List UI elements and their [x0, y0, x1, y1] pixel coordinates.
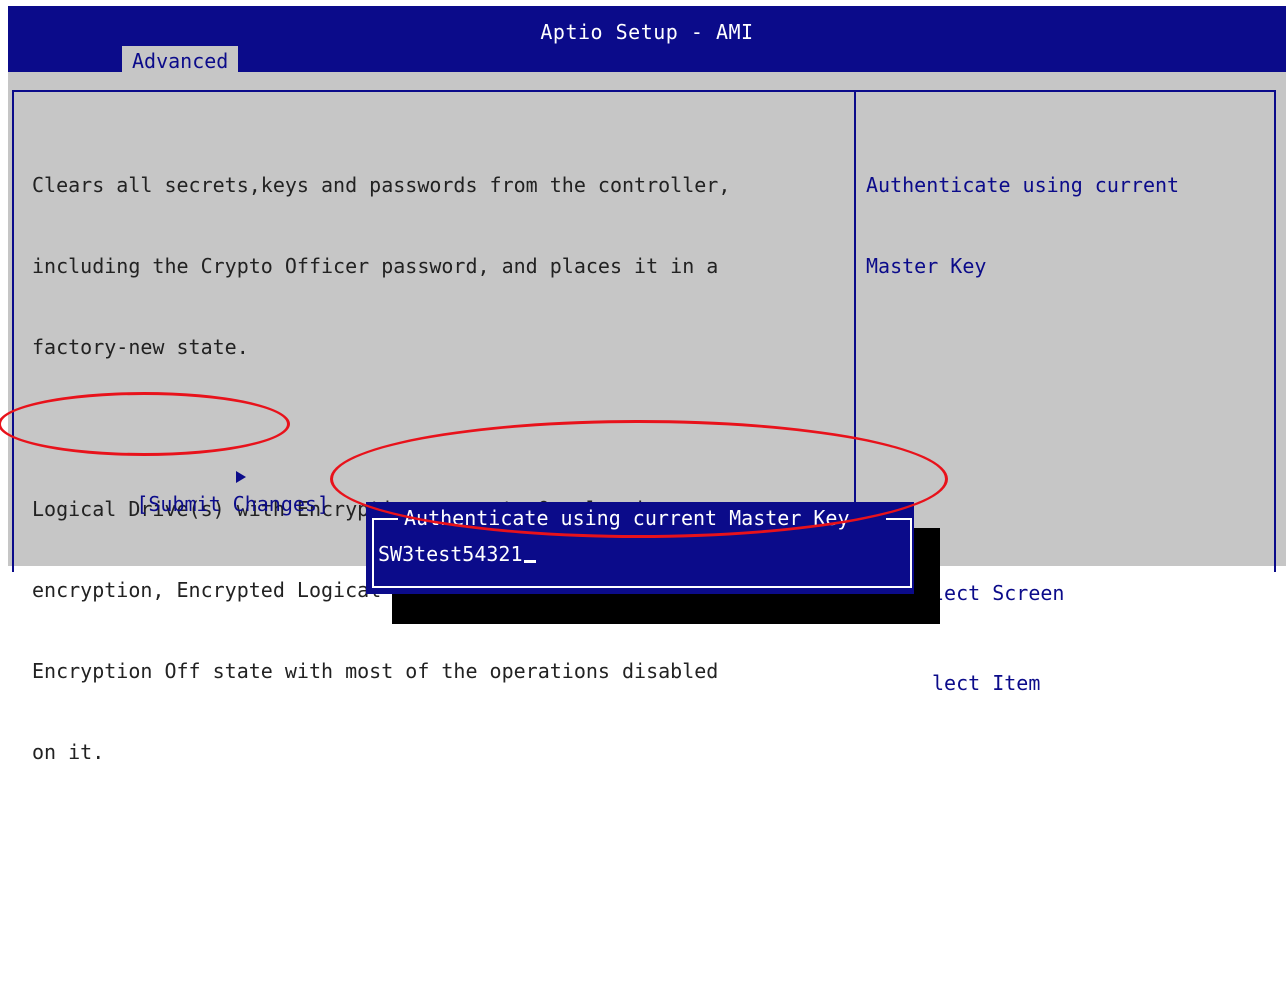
main-panel: Clears all secrets,keys and passwords fr…: [12, 90, 856, 926]
header-bar: Aptio Setup - AMI Advanced: [8, 6, 1286, 74]
auth-master-key-item[interactable]: Authenticate using current Master: [32, 820, 842, 847]
help-line: Authenticate using current: [866, 173, 1180, 197]
submenu-arrow-icon: [114, 437, 246, 518]
description-line: including the Crypto Officer password, a…: [32, 254, 719, 278]
tab-advanced[interactable]: Advanced: [122, 46, 239, 74]
dialog-title: Authenticate using current Master Key: [404, 506, 850, 530]
master-key-dialog: Authenticate using current Master Key SW…: [366, 502, 914, 594]
key-hint-select-screen: lect Screen: [932, 581, 1065, 605]
submit-changes-label: [Submit Changes]: [136, 492, 329, 516]
bios-setup-screen: Aptio Setup - AMI Advanced Clears all se…: [8, 6, 1286, 926]
key-hint-select-item: lect Item: [932, 671, 1041, 695]
submit-changes-item[interactable]: [Submit Changes]: [18, 410, 329, 545]
description-line: Clears all secrets,keys and passwords fr…: [32, 173, 731, 197]
help-line: Master Key: [866, 254, 987, 278]
help-text: Authenticate using current Master Key: [866, 118, 1179, 334]
help-panel: Authenticate using current Master Key le…: [854, 90, 1276, 695]
text-cursor: [523, 560, 536, 563]
master-key-value: SW3test54321: [378, 542, 523, 566]
app-title: Aptio Setup - AMI: [540, 20, 754, 44]
description-line: factory-new state.: [32, 335, 249, 359]
auth-master-key-item-cont[interactable]: Key: [32, 901, 842, 928]
warning-line: on it.: [32, 740, 105, 764]
master-key-input[interactable]: SW3test54321: [378, 540, 898, 568]
key-hints: lect Screen lect Item: [932, 518, 1064, 758]
warning-line: Encryption Off state with most of the op…: [32, 659, 719, 683]
content-area: Clears all secrets,keys and passwords fr…: [8, 72, 1286, 926]
